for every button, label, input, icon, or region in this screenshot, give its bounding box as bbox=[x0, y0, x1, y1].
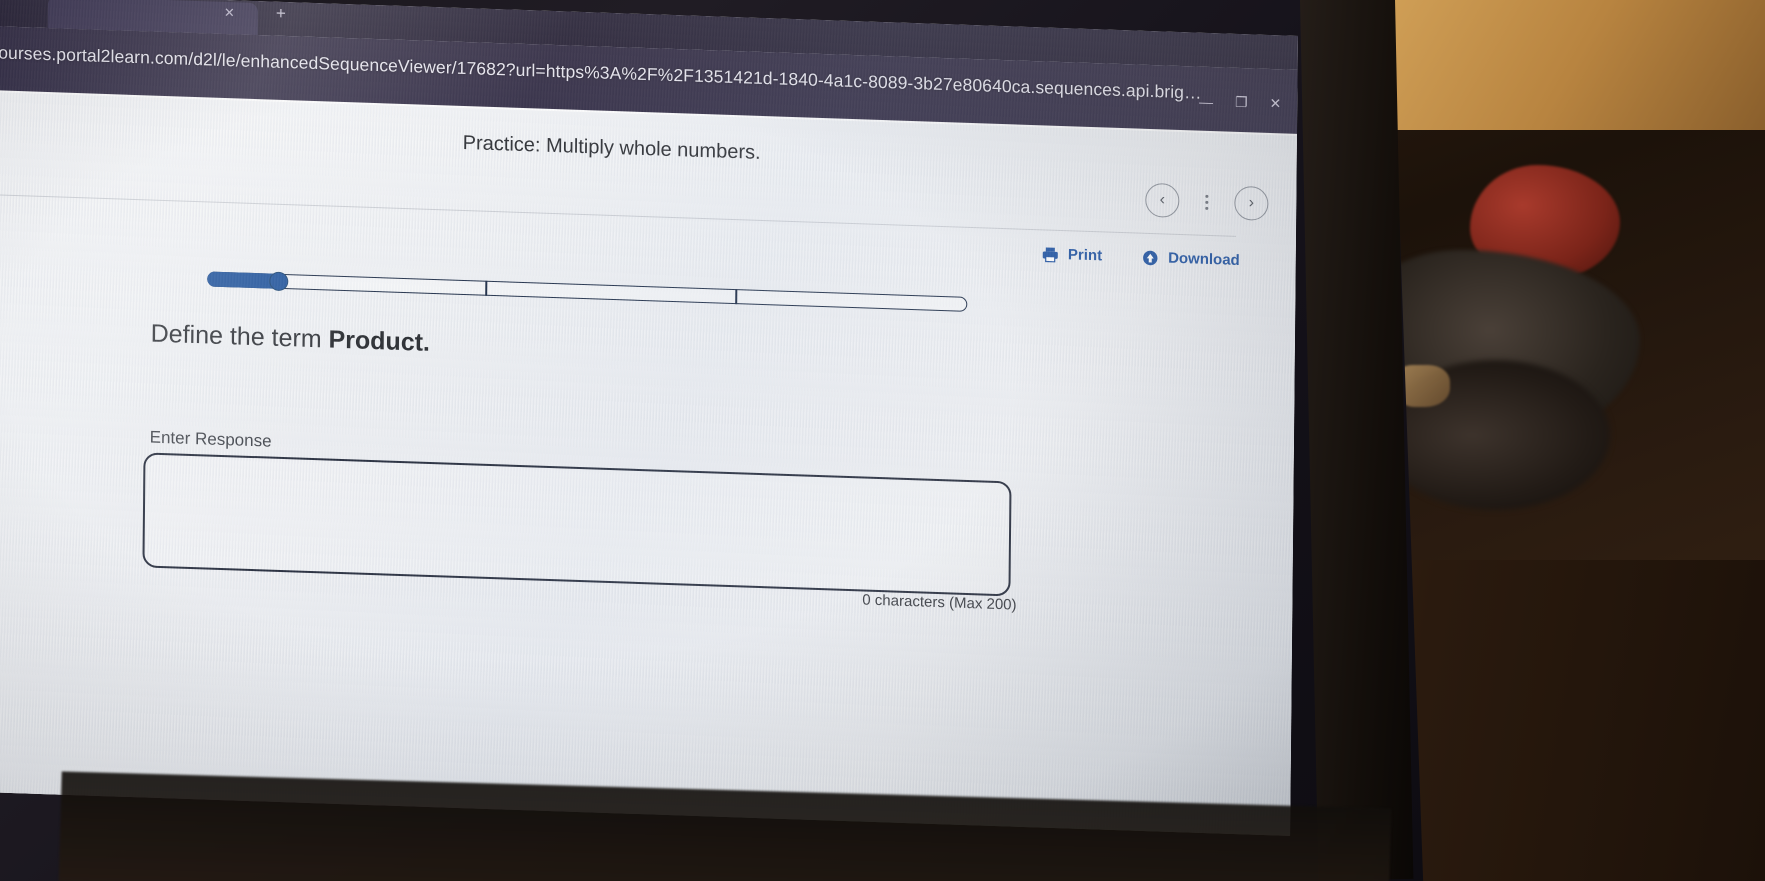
laptop-screen: ✕ + courses.portal2learn.com/d2l/le/enha… bbox=[0, 0, 1298, 836]
more-options-icon[interactable] bbox=[1205, 194, 1209, 210]
header-divider bbox=[0, 194, 1237, 237]
printer-icon bbox=[1042, 246, 1059, 263]
page-title: Practice: Multiply whole numbers. bbox=[462, 131, 761, 164]
window-controls: — ❐ ✕ bbox=[1199, 93, 1281, 113]
photo-scene: ✕ + courses.portal2learn.com/d2l/le/enha… bbox=[0, 0, 1765, 881]
progress-tick-2 bbox=[735, 289, 738, 305]
progress-track bbox=[207, 271, 968, 312]
print-button[interactable]: Print bbox=[1042, 245, 1102, 264]
question-term: Product. bbox=[328, 325, 431, 357]
progress-tick-1 bbox=[485, 280, 488, 296]
previous-activity-button[interactable]: ‹ bbox=[1145, 182, 1180, 218]
response-label: Enter Response bbox=[149, 427, 272, 451]
window-restore-icon[interactable]: ❐ bbox=[1235, 94, 1248, 111]
window-close-icon[interactable]: ✕ bbox=[1270, 95, 1282, 112]
window-minimize-icon[interactable]: — bbox=[1199, 93, 1213, 109]
progress-handle[interactable] bbox=[269, 271, 289, 292]
question-prompt: Define the term Product. bbox=[151, 320, 431, 358]
download-label: Download bbox=[1168, 249, 1240, 270]
tab-close-icon[interactable]: ✕ bbox=[224, 5, 235, 21]
download-button[interactable]: Download bbox=[1142, 249, 1240, 269]
page-content: Practice: Multiply whole numbers. ‹ › Pr… bbox=[0, 92, 1298, 836]
sequence-nav: ‹ › bbox=[1145, 182, 1269, 221]
next-activity-button[interactable]: › bbox=[1234, 185, 1269, 221]
tools-row: Print Download bbox=[1042, 245, 1240, 269]
new-tab-icon[interactable]: + bbox=[276, 4, 286, 24]
print-label: Print bbox=[1067, 246, 1103, 265]
response-textarea[interactable] bbox=[142, 452, 1012, 597]
activity-progress-bar[interactable] bbox=[207, 267, 968, 314]
laptop-right-edge bbox=[1300, 0, 1414, 881]
question-prefix: Define the term bbox=[150, 319, 329, 354]
download-icon bbox=[1142, 249, 1159, 266]
